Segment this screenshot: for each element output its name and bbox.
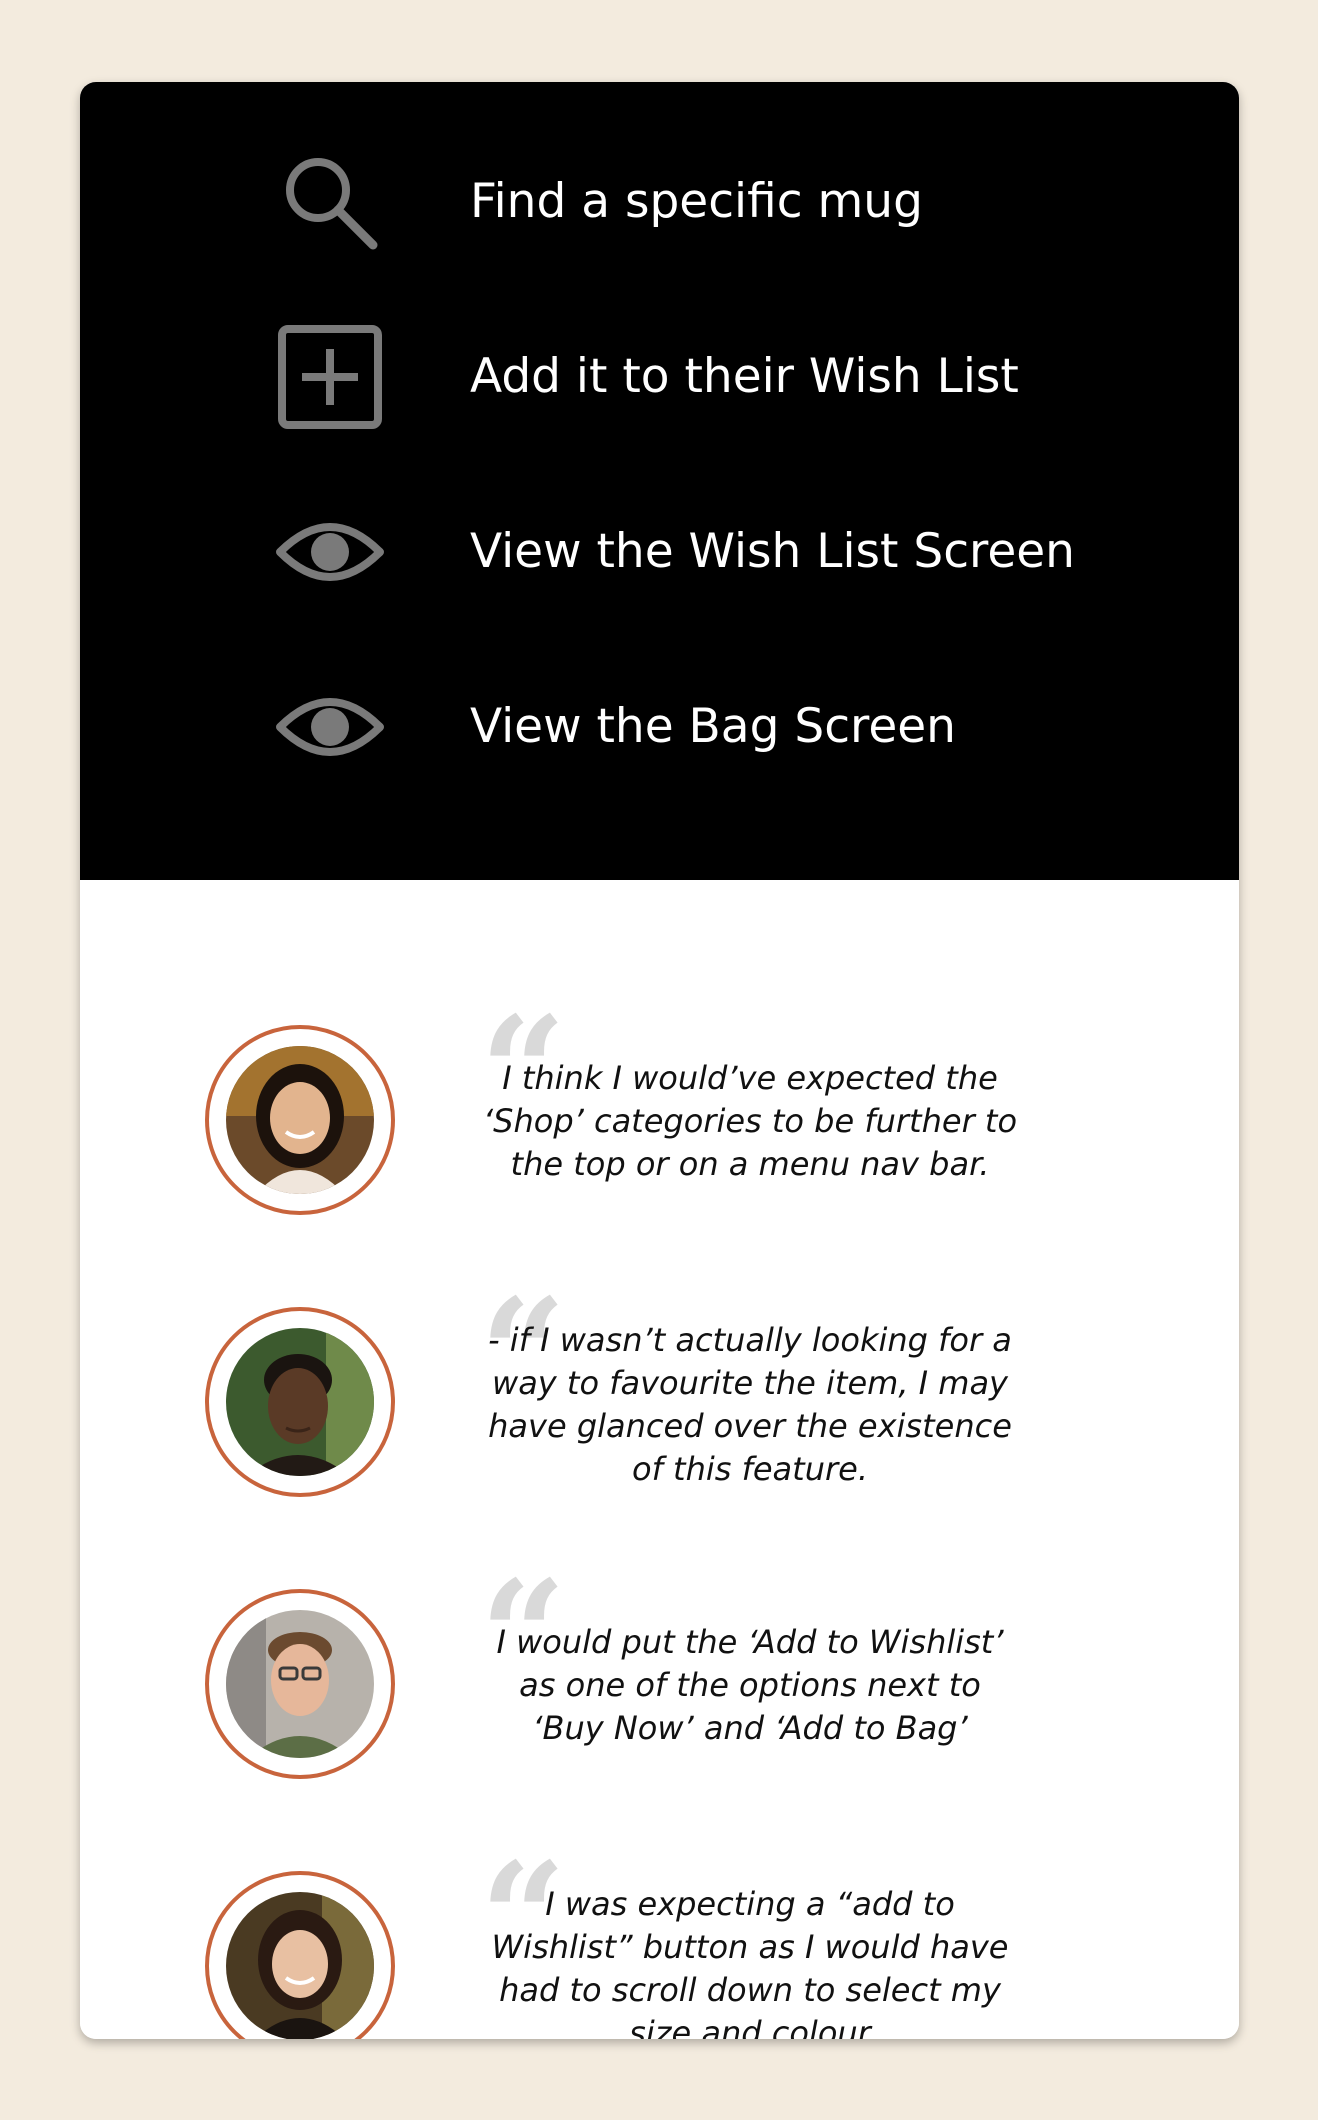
task-label: View the Bag Screen xyxy=(470,699,956,754)
task-label: View the Wish List Screen xyxy=(470,524,1075,579)
avatar xyxy=(205,1025,395,1215)
task-list: Find a specific mug Add it to their Wish… xyxy=(80,82,1239,880)
avatar xyxy=(205,1307,395,1497)
search-icon xyxy=(270,142,390,262)
feedback-list: “ I think I would’ve expected the ‘Shop’… xyxy=(80,880,1239,2039)
quote-text: - if I wasn’t actually looking for a way… xyxy=(488,1321,1012,1488)
eye-icon xyxy=(270,667,390,787)
task-label: Add it to their Wish List xyxy=(470,349,1019,404)
task-find-mug: Find a specific mug xyxy=(80,142,1239,262)
quote-text: I think I would’ve expected the ‘Shop’ c… xyxy=(482,1059,1018,1183)
quote-text: I would put the ‘Add to Wishlist’ as one… xyxy=(496,1623,1004,1747)
add-box-icon xyxy=(270,317,390,437)
usability-card: Find a specific mug Add it to their Wish… xyxy=(80,82,1239,2039)
task-add-wishlist: Add it to their Wish List xyxy=(80,317,1239,437)
task-view-bag: View the Bag Screen xyxy=(80,667,1239,787)
feedback-item: “ - if I wasn’t actually looking for a w… xyxy=(80,1279,1239,1497)
task-label: Find a specific mug xyxy=(470,174,923,229)
avatar xyxy=(205,1589,395,1779)
feedback-item: “ I think I would’ve expected the ‘Shop’… xyxy=(80,997,1239,1215)
avatar xyxy=(205,1871,395,2039)
task-view-wishlist: View the Wish List Screen xyxy=(80,492,1239,612)
feedback-item: “ I would put the ‘Add to Wishlist’ as o… xyxy=(80,1561,1239,1779)
quote-text: I was expecting a “add to Wishlist” butt… xyxy=(491,1885,1009,2039)
eye-icon xyxy=(270,492,390,612)
feedback-item: “ I was expecting a “add to Wishlist” bu… xyxy=(80,1843,1239,2039)
